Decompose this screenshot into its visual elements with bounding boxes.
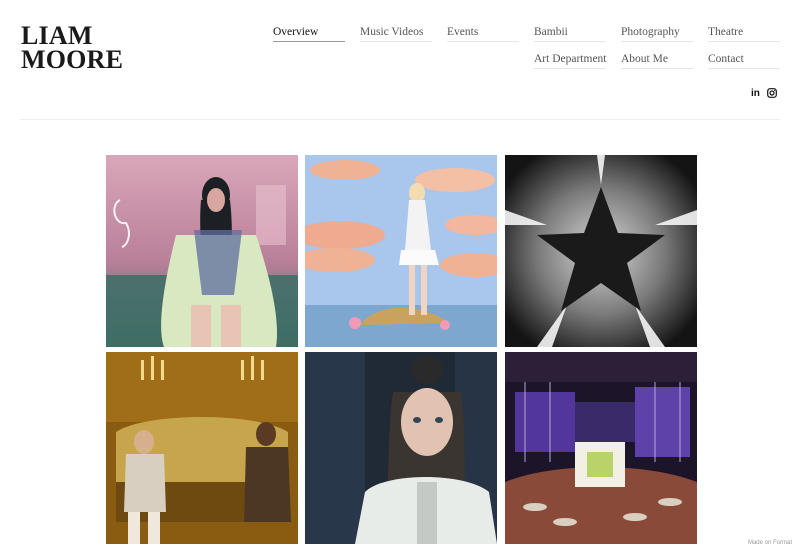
- tile-image-woman-on-rock: [305, 155, 497, 347]
- gallery-tile-men-on-sofa[interactable]: [106, 352, 298, 544]
- nav-about-me[interactable]: About Me: [621, 53, 693, 69]
- nav-events-label: Events: [447, 26, 479, 38]
- header-divider: [20, 119, 780, 120]
- gallery-tile-woman-sitting[interactable]: [106, 155, 298, 347]
- instagram-glyph: [767, 88, 777, 98]
- gallery-tile-event-venue[interactable]: [505, 352, 697, 544]
- nav-music-videos-label: Music Videos: [360, 26, 424, 38]
- gallery-tile-woman-on-rock[interactable]: [305, 155, 497, 347]
- made-on-format-label[interactable]: Made on Format: [748, 540, 792, 546]
- tile-image-star-light: [505, 155, 697, 347]
- nav-underline: [534, 68, 606, 69]
- site-logo[interactable]: LIAM MOORE: [21, 23, 124, 74]
- nav-art-department[interactable]: Art Department: [534, 53, 607, 69]
- nav-contact[interactable]: Contact: [708, 53, 780, 69]
- nav-theatre[interactable]: Theatre: [708, 26, 780, 42]
- instagram-icon[interactable]: [767, 88, 777, 101]
- nav-underline: [621, 41, 693, 42]
- nav-underline: [447, 41, 519, 42]
- linkedin-glyph: in: [751, 88, 760, 99]
- logo-line-moore: MOORE: [21, 45, 124, 74]
- gallery-tile-portrait-girl[interactable]: [305, 352, 497, 544]
- nav-contact-label: Contact: [708, 53, 744, 65]
- nav-photography-label: Photography: [621, 26, 680, 38]
- nav-bambii[interactable]: Bambii: [534, 26, 606, 42]
- nav-underline: [708, 41, 780, 42]
- tile-image-woman-sitting: [106, 155, 298, 347]
- gallery-tile-star-light[interactable]: [505, 155, 697, 347]
- nav-underline: [621, 68, 693, 69]
- nav-underline: [534, 41, 606, 42]
- nav-bambii-label: Bambii: [534, 26, 568, 38]
- nav-underline: [360, 41, 432, 42]
- nav-events[interactable]: Events: [447, 26, 519, 42]
- tile-image-event-venue: [505, 352, 697, 544]
- nav-theatre-label: Theatre: [708, 26, 744, 38]
- linkedin-icon[interactable]: in: [751, 88, 760, 99]
- nav-underline: [708, 68, 780, 69]
- nav-photography[interactable]: Photography: [621, 26, 693, 42]
- nav-overview[interactable]: Overview: [273, 26, 345, 42]
- nav-overview-label: Overview: [273, 26, 319, 38]
- nav-music-videos[interactable]: Music Videos: [360, 26, 432, 42]
- tile-image-men-on-sofa: [106, 352, 298, 544]
- tile-image-portrait-girl: [305, 352, 497, 544]
- nav-underline: [273, 41, 345, 42]
- nav-about-me-label: About Me: [621, 53, 668, 65]
- nav-art-department-label: Art Department: [534, 53, 607, 65]
